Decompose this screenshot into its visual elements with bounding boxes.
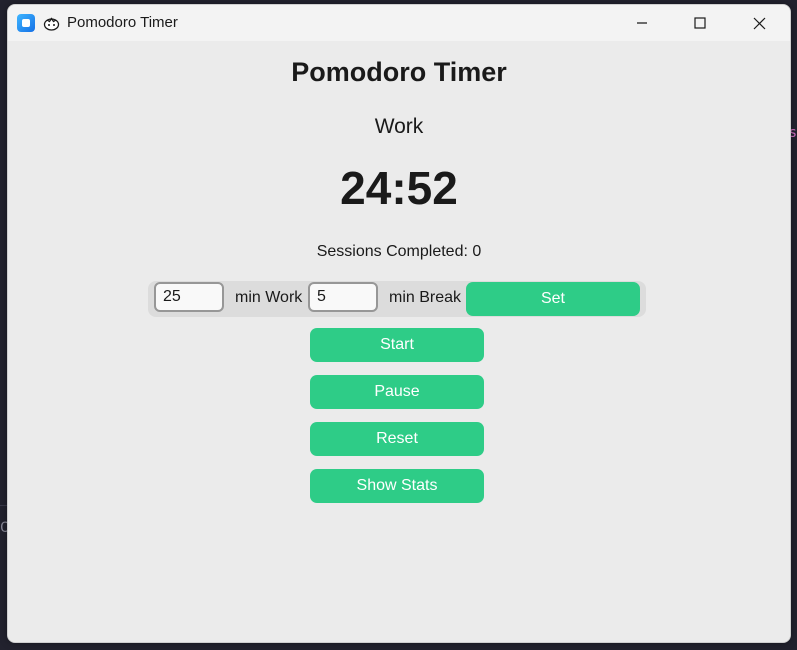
desktop-background: C s Pomodoro Timer Pomodoro Timer Work 2… (0, 0, 797, 650)
timer-display: 24:52 (340, 162, 458, 214)
break-minutes-input[interactable] (308, 282, 378, 312)
duration-settings: min Work min Break Set (148, 281, 646, 317)
maximize-icon (694, 17, 706, 29)
sessions-completed-label: Sessions Completed: 0 (316, 243, 482, 260)
window-title: Pomodoro Timer (67, 14, 178, 31)
start-button[interactable]: Start (310, 328, 484, 362)
close-button[interactable] (730, 5, 788, 41)
maximize-button[interactable] (671, 5, 729, 41)
pomodoro-window: Pomodoro Timer Pomodoro Timer Work 24:52… (7, 4, 791, 643)
minimize-icon (637, 22, 647, 24)
app-logo-icon (17, 14, 35, 32)
mode-label: Work (374, 115, 424, 138)
minimize-button[interactable] (613, 5, 671, 41)
break-minutes-label: min Break (389, 289, 462, 306)
tomato-icon (43, 17, 60, 31)
work-minutes-label: min Work (235, 289, 303, 306)
pause-button[interactable]: Pause (310, 375, 484, 409)
close-icon (753, 17, 765, 29)
app-content: Pomodoro Timer Work 24:52 Sessions Compl… (8, 41, 790, 642)
title-bar[interactable]: Pomodoro Timer (8, 5, 790, 41)
work-minutes-input[interactable] (154, 282, 224, 312)
reset-button[interactable]: Reset (310, 422, 484, 456)
app-heading: Pomodoro Timer (291, 57, 507, 87)
show-stats-button[interactable]: Show Stats (310, 469, 484, 503)
set-button[interactable]: Set (466, 282, 640, 316)
